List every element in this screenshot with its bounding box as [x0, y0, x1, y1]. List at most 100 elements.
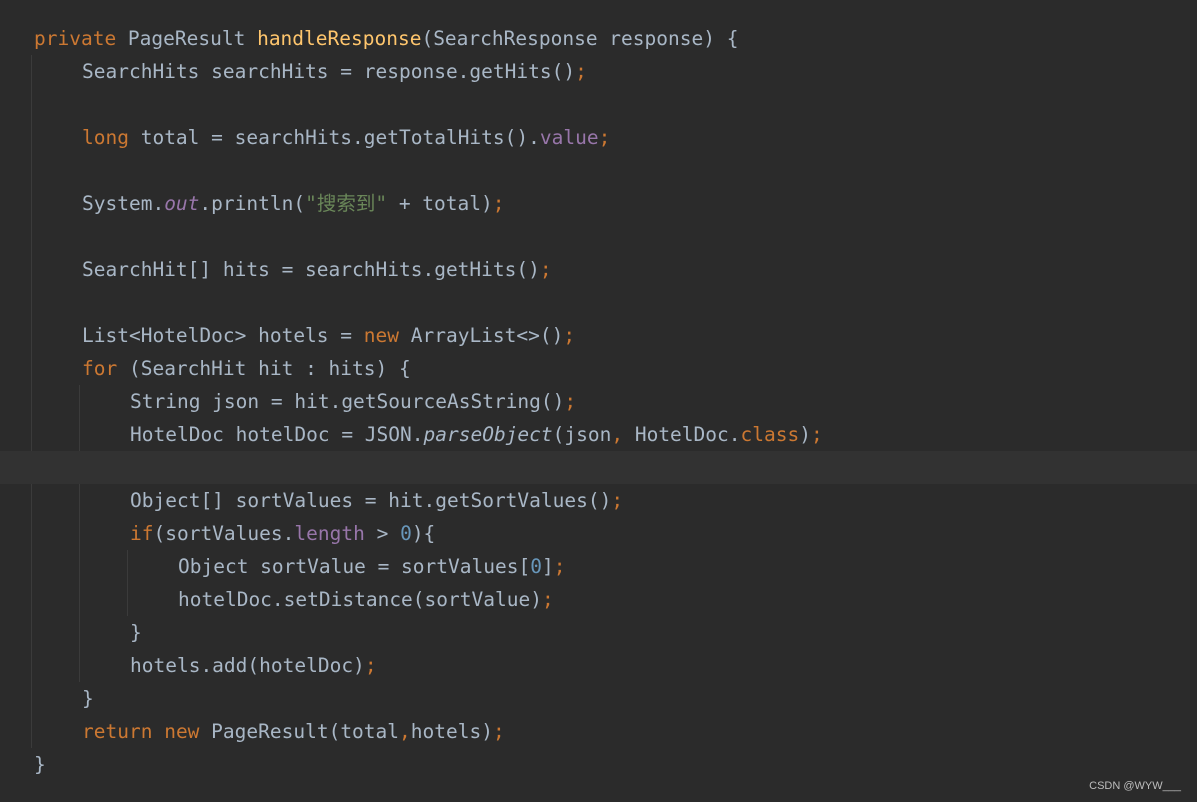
code-token: ; — [553, 555, 566, 578]
code-line[interactable]: Object[] sortValues = hit.getSortValues(… — [0, 484, 1197, 517]
code-token: } — [82, 687, 94, 710]
code-text: if(sortValues.length > 0){ — [130, 517, 435, 550]
code-token: Object[] sortValues = hit.getSortValues(… — [130, 489, 612, 512]
code-token: value — [539, 126, 599, 149]
code-token: "搜索到" — [305, 192, 388, 215]
code-line[interactable]: if(sortValues.length > 0){ — [0, 517, 1197, 550]
code-line[interactable]: hotelDoc.setDistance(sortValue); — [0, 583, 1197, 616]
code-text: String json = hit.getSourceAsString(); — [130, 385, 576, 418]
code-text: HotelDoc hotelDoc = JSON.parseObject(jso… — [130, 418, 823, 451]
code-line[interactable]: return new PageResult(total,hotels); — [0, 715, 1197, 748]
code-token: length — [294, 522, 365, 545]
code-token: long — [82, 126, 129, 149]
code-text: SearchHits searchHits = response.getHits… — [82, 55, 587, 88]
code-line[interactable]: List<HotelDoc> hotels = new ArrayList<>(… — [0, 319, 1197, 352]
code-token: ; — [598, 126, 611, 149]
code-line[interactable]: hotels.add(hotelDoc); — [0, 649, 1197, 682]
code-token: hotels) — [410, 720, 493, 743]
code-token: ArrayList<>() — [399, 324, 564, 347]
code-text: Object[] sortValues = hit.getSortValues(… — [130, 484, 623, 517]
code-token: private — [34, 27, 117, 50]
code-token: System. — [82, 192, 165, 215]
code-token: (SearchHit hit : hits) { — [117, 357, 411, 380]
code-line[interactable]: HotelDoc hotelDoc = JSON.parseObject(jso… — [0, 418, 1197, 451]
code-token: SearchHit[] hits = searchHits.getHits() — [82, 258, 540, 281]
code-token: , — [611, 423, 624, 446]
code-line[interactable]: } — [0, 616, 1197, 649]
code-text: for (SearchHit hit : hits) { — [82, 352, 411, 385]
code-token: ; — [575, 60, 587, 83]
code-token: } — [34, 753, 46, 776]
code-text: return new PageResult(total,hotels); — [82, 715, 505, 748]
code-line[interactable]: } — [0, 748, 1197, 781]
current-line[interactable] — [0, 451, 1197, 484]
code-token: hotels.add(hotelDoc) — [130, 654, 365, 677]
code-line[interactable] — [0, 286, 1197, 319]
code-token: new — [363, 324, 399, 347]
code-token: > — [364, 522, 401, 545]
code-token: ) — [799, 423, 811, 446]
code-token: 0 — [530, 555, 542, 578]
code-line[interactable]: System.out.println("搜索到" + total); — [0, 187, 1197, 220]
code-token: HotelDoc hotelDoc = JSON. — [130, 423, 424, 446]
code-token: ; — [564, 390, 577, 413]
code-token: (SearchResponse response) { — [421, 27, 739, 50]
code-text: List<HotelDoc> hotels = new ArrayList<>(… — [82, 319, 575, 352]
code-token: ; — [611, 489, 624, 512]
code-line[interactable]: private PageResult handleResponse(Search… — [0, 22, 1197, 55]
code-line[interactable]: String json = hit.getSourceAsString(); — [0, 385, 1197, 418]
code-token: if — [130, 522, 154, 545]
code-token: ){ — [411, 522, 436, 545]
code-token: Object sortValue = sortValues[ — [178, 555, 531, 578]
code-text: } — [82, 682, 94, 715]
code-text: System.out.println("搜索到" + total); — [82, 187, 505, 220]
code-token: List<HotelDoc> hotels = — [82, 324, 364, 347]
code-line[interactable]: } — [0, 682, 1197, 715]
code-token: SearchHits searchHits = response.getHits… — [82, 60, 576, 83]
watermark: CSDN @WYW___ — [1089, 780, 1181, 792]
code-token: HotelDoc. — [623, 423, 741, 446]
code-token: + total) — [387, 192, 493, 215]
code-text: } — [130, 616, 142, 649]
code-token: ; — [492, 192, 505, 215]
code-line[interactable]: SearchHits searchHits = response.getHits… — [0, 55, 1197, 88]
code-token: new — [164, 720, 200, 743]
code-text: hotelDoc.setDistance(sortValue); — [178, 583, 554, 616]
code-token: ] — [541, 555, 554, 578]
code-token: 0 — [400, 522, 412, 545]
code-text: SearchHit[] hits = searchHits.getHits(); — [82, 253, 552, 286]
code-token: handleResponse — [257, 27, 422, 50]
code-editor[interactable]: private PageResult handleResponse(Search… — [0, 0, 1197, 802]
code-token: ; — [541, 588, 554, 611]
code-text: private PageResult handleResponse(Search… — [34, 22, 738, 55]
code-token: total = searchHits.getTotalHits(). — [128, 126, 540, 149]
code-token: ; — [492, 720, 505, 743]
code-token: PageResult(total — [199, 720, 400, 743]
code-line[interactable]: for (SearchHit hit : hits) { — [0, 352, 1197, 385]
code-token: } — [130, 621, 142, 644]
code-token: hotelDoc.setDistance(sortValue) — [178, 588, 542, 611]
code-line[interactable]: SearchHit[] hits = searchHits.getHits(); — [0, 253, 1197, 286]
code-token: ; — [810, 423, 823, 446]
code-text: } — [34, 748, 46, 781]
code-token: , — [399, 720, 411, 743]
code-token: for — [82, 357, 118, 380]
code-text: long total = searchHits.getTotalHits().v… — [82, 121, 610, 154]
code-token: class — [740, 423, 800, 446]
code-token: PageResult — [116, 27, 258, 50]
code-token: ; — [364, 654, 377, 677]
code-token: out — [164, 192, 200, 215]
code-line[interactable]: Object sortValue = sortValues[0]; — [0, 550, 1197, 583]
code-line[interactable] — [0, 220, 1197, 253]
code-line[interactable] — [0, 154, 1197, 187]
code-text: Object sortValue = sortValues[0]; — [178, 550, 565, 583]
code-line[interactable] — [0, 88, 1197, 121]
code-token: (json — [552, 423, 612, 446]
code-token: ; — [563, 324, 576, 347]
code-text: hotels.add(hotelDoc); — [130, 649, 377, 682]
code-token: String json = hit.getSourceAsString() — [130, 390, 565, 413]
code-token: ; — [539, 258, 552, 281]
code-token: (sortValues. — [153, 522, 295, 545]
code-line[interactable]: long total = searchHits.getTotalHits().v… — [0, 121, 1197, 154]
